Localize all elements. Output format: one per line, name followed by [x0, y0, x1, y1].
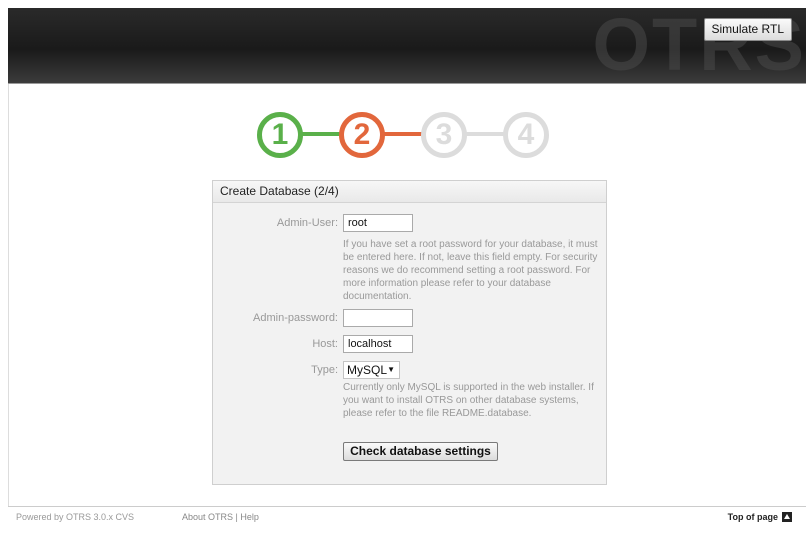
host-label: Host: [312, 338, 338, 350]
check-database-settings-button[interactable]: Check database settings [343, 442, 498, 461]
type-description: Currently only MySQL is supported in the… [343, 382, 594, 419]
top-of-page-link[interactable]: Top of page [728, 512, 792, 522]
admin-user-description: If you have set a root password for your… [343, 239, 598, 302]
step-connector [466, 132, 504, 136]
footer-divider [8, 506, 806, 507]
step-connector [384, 132, 422, 136]
create-database-panel: Create Database (2/4) Admin-User: If you… [212, 180, 607, 485]
top-of-page-label: Top of page [727, 512, 778, 522]
about-otrs-link[interactable]: About OTRS [182, 512, 233, 522]
step-4-indicator: 4 [503, 112, 549, 158]
step-connector [302, 132, 340, 136]
content-frame-border [8, 84, 9, 506]
admin-password-input[interactable] [343, 309, 413, 327]
database-type-select[interactable]: MySQL ▼ [343, 361, 400, 379]
arrow-up-icon [782, 512, 792, 522]
admin-user-input[interactable] [343, 214, 413, 232]
step-1-indicator: 1 [257, 112, 303, 158]
database-type-value: MySQL [347, 363, 388, 377]
footer-separator: | [235, 512, 238, 522]
header: OTRS Simulate RTL [8, 8, 806, 84]
type-label: Type: [311, 364, 338, 376]
footer: Powered by OTRS 3.0.x CVS About OTRS | H… [8, 512, 806, 526]
admin-user-label: Admin-User: [276, 217, 338, 229]
admin-password-label: Admin-password: [253, 312, 338, 324]
chevron-down-icon: ▼ [387, 365, 395, 374]
panel-title: Create Database (2/4) [213, 181, 606, 203]
host-input[interactable] [343, 335, 413, 353]
installer-steps: 1 2 3 4 [257, 112, 549, 158]
powered-by-text: Powered by OTRS 3.0.x CVS [16, 512, 135, 522]
simulate-rtl-button[interactable]: Simulate RTL [703, 18, 792, 41]
footer-links: About OTRS | Help [182, 512, 259, 522]
step-2-indicator: 2 [339, 112, 385, 158]
step-3-indicator: 3 [421, 112, 467, 158]
help-link[interactable]: Help [240, 512, 259, 522]
